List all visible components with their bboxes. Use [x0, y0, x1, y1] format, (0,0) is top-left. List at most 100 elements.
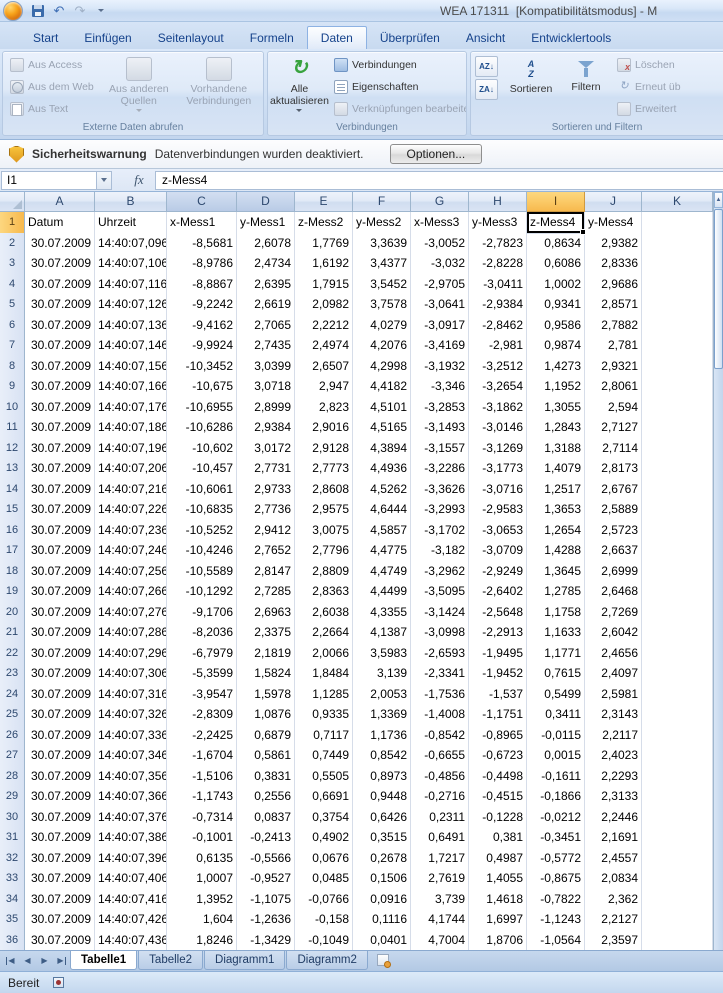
cell-I23[interactable]: 0,7615: [527, 663, 585, 685]
cell-J10[interactable]: 2,594: [585, 396, 642, 418]
cell-D3[interactable]: 2,4734: [237, 253, 295, 275]
cell-D4[interactable]: 2,6395: [237, 273, 295, 295]
cell-D24[interactable]: 1,5978: [237, 683, 295, 705]
column-header-f[interactable]: F: [353, 192, 411, 212]
column-header-k[interactable]: K: [642, 192, 713, 212]
cell-J36[interactable]: 2,3597: [585, 929, 642, 950]
column-header-b[interactable]: B: [95, 192, 167, 212]
row-header-21[interactable]: 21: [0, 622, 25, 644]
cell-E25[interactable]: 0,9335: [295, 704, 353, 726]
cell-A32[interactable]: 30.07.2009: [25, 847, 95, 869]
cell-E19[interactable]: 2,8363: [295, 581, 353, 603]
cell-J8[interactable]: 2,9321: [585, 355, 642, 377]
cell-C31[interactable]: -0,1001: [167, 827, 237, 849]
cell-G17[interactable]: -3,182: [411, 540, 469, 562]
cell-I14[interactable]: 1,2517: [527, 478, 585, 500]
cell-A9[interactable]: 30.07.2009: [25, 376, 95, 398]
cell-K5[interactable]: [642, 294, 713, 316]
cell-B14[interactable]: 14:40:07,216: [95, 478, 167, 500]
cell-J28[interactable]: 2,2293: [585, 765, 642, 787]
cell-K3[interactable]: [642, 253, 713, 275]
cell-H7[interactable]: -2,981: [469, 335, 527, 357]
cell-F3[interactable]: 3,4377: [353, 253, 411, 275]
cell-D21[interactable]: 2,3375: [237, 622, 295, 644]
cell-D25[interactable]: 1,0876: [237, 704, 295, 726]
cell-J27[interactable]: 2,4023: [585, 745, 642, 767]
cell-I25[interactable]: 0,3411: [527, 704, 585, 726]
cell-A36[interactable]: 30.07.2009: [25, 929, 95, 950]
cell-F14[interactable]: 4,5262: [353, 478, 411, 500]
cell-J9[interactable]: 2,8061: [585, 376, 642, 398]
cell-D27[interactable]: 0,5861: [237, 745, 295, 767]
cell-B20[interactable]: 14:40:07,276: [95, 601, 167, 623]
cell-G31[interactable]: 0,6491: [411, 827, 469, 849]
cell-H20[interactable]: -2,5648: [469, 601, 527, 623]
cell-C28[interactable]: -1,5106: [167, 765, 237, 787]
cell-E14[interactable]: 2,8608: [295, 478, 353, 500]
cell-G25[interactable]: -1,4008: [411, 704, 469, 726]
cell-E26[interactable]: 0,7117: [295, 724, 353, 746]
cell-I24[interactable]: 0,5499: [527, 683, 585, 705]
cell-G16[interactable]: -3,1702: [411, 519, 469, 541]
cell-C27[interactable]: -1,6704: [167, 745, 237, 767]
scrollbar-thumb[interactable]: [714, 209, 723, 369]
row-header-1[interactable]: 1: [0, 212, 25, 234]
cell-B11[interactable]: 14:40:07,186: [95, 417, 167, 439]
tab-formeln[interactable]: Formeln: [237, 27, 307, 49]
cell-E11[interactable]: 2,9016: [295, 417, 353, 439]
row-header-3[interactable]: 3: [0, 253, 25, 275]
row-header-17[interactable]: 17: [0, 540, 25, 562]
cell-I9[interactable]: 1,1952: [527, 376, 585, 398]
cell-C2[interactable]: -8,5681: [167, 232, 237, 254]
cell-C9[interactable]: -10,675: [167, 376, 237, 398]
cell-D14[interactable]: 2,9733: [237, 478, 295, 500]
cell-J31[interactable]: 2,1691: [585, 827, 642, 849]
cell-H10[interactable]: -3,1862: [469, 396, 527, 418]
cell-G20[interactable]: -3,1424: [411, 601, 469, 623]
cell-G24[interactable]: -1,7536: [411, 683, 469, 705]
cell-E23[interactable]: 1,8484: [295, 663, 353, 685]
cell-K10[interactable]: [642, 396, 713, 418]
cell-B27[interactable]: 14:40:07,346: [95, 745, 167, 767]
cell-I17[interactable]: 1,4288: [527, 540, 585, 562]
cell-A28[interactable]: 30.07.2009: [25, 765, 95, 787]
cell-H12[interactable]: -3,1269: [469, 437, 527, 459]
cell-I31[interactable]: -0,3451: [527, 827, 585, 849]
cell-F28[interactable]: 0,8973: [353, 765, 411, 787]
cell-J5[interactable]: 2,8571: [585, 294, 642, 316]
tab-start[interactable]: Start: [20, 27, 71, 49]
cell-E10[interactable]: 2,823: [295, 396, 353, 418]
cell-H1[interactable]: y-Mess3: [469, 212, 527, 234]
eigenschaften-button[interactable]: Eigenschaften: [329, 76, 466, 98]
row-header-6[interactable]: 6: [0, 314, 25, 336]
cell-J3[interactable]: 2,8336: [585, 253, 642, 275]
cell-B8[interactable]: 14:40:07,156: [95, 355, 167, 377]
cell-F5[interactable]: 3,7578: [353, 294, 411, 316]
cell-A12[interactable]: 30.07.2009: [25, 437, 95, 459]
cell-G2[interactable]: -3,0052: [411, 232, 469, 254]
cell-J4[interactable]: 2,9686: [585, 273, 642, 295]
cell-C6[interactable]: -9,4162: [167, 314, 237, 336]
cell-H8[interactable]: -3,2512: [469, 355, 527, 377]
cell-K17[interactable]: [642, 540, 713, 562]
cell-D2[interactable]: 2,6078: [237, 232, 295, 254]
cell-A19[interactable]: 30.07.2009: [25, 581, 95, 603]
cell-H36[interactable]: 1,8706: [469, 929, 527, 950]
cell-A16[interactable]: 30.07.2009: [25, 519, 95, 541]
cell-C33[interactable]: 1,0007: [167, 868, 237, 890]
cell-G28[interactable]: -0,4856: [411, 765, 469, 787]
cell-H33[interactable]: 1,4055: [469, 868, 527, 890]
cell-E32[interactable]: 0,0676: [295, 847, 353, 869]
cell-K29[interactable]: [642, 786, 713, 808]
cell-E28[interactable]: 0,5505: [295, 765, 353, 787]
cell-A1[interactable]: Datum: [25, 212, 95, 234]
cell-I36[interactable]: -1,0564: [527, 929, 585, 950]
cell-H30[interactable]: -0,1228: [469, 806, 527, 828]
qat-dropdown-button[interactable]: [93, 3, 109, 19]
cell-G35[interactable]: 4,1744: [411, 909, 469, 931]
cell-B26[interactable]: 14:40:07,336: [95, 724, 167, 746]
row-header-30[interactable]: 30: [0, 806, 25, 828]
cell-B28[interactable]: 14:40:07,356: [95, 765, 167, 787]
cell-C11[interactable]: -10,6286: [167, 417, 237, 439]
cell-I2[interactable]: 0,8634: [527, 232, 585, 254]
